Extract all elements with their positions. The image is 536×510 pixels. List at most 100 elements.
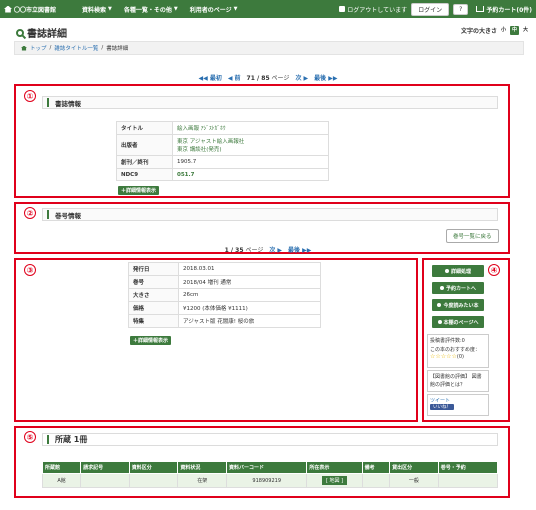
font-size-medium[interactable]: 中 <box>510 26 519 35</box>
breadcrumb-top[interactable]: トップ <box>30 44 47 52</box>
issue-pager-next[interactable]: 次 ▶ <box>269 245 282 254</box>
table-row: 価格 ¥1200 (本体価格 ¥1111) <box>128 301 321 315</box>
column-header: 資料状況 <box>177 461 228 474</box>
pager-current: 71 / 85 <box>246 75 270 82</box>
table-row: 巻号 2018/04 増刊 通常 <box>128 275 321 289</box>
bookshelf-button[interactable]: 本棚のページへ <box>432 316 484 328</box>
table-cell: [ 地図 ] <box>306 473 363 488</box>
home-icon <box>4 5 12 13</box>
issue-pager-last[interactable]: 最後 ▶▶ <box>288 245 311 254</box>
column-header: 資料バーコード <box>226 461 308 474</box>
show-details-button[interactable]: ＋詳細情報表示 <box>118 186 160 195</box>
nav-lists[interactable]: 各種一覧・その他 ▼ <box>118 5 184 14</box>
page-title: 書誌詳細 <box>16 25 67 40</box>
publisher-value: 東京 アジャスト絵入画報社 東京 講談社(発売) <box>172 134 329 156</box>
field-value: 1905.7 <box>172 155 329 169</box>
pager-prev-label: 前 <box>234 75 241 82</box>
font-size-label: 文字の大きさ <box>460 28 497 35</box>
pager-next[interactable]: 次 ▶ <box>295 73 308 82</box>
table-cell: 在架 <box>177 473 228 488</box>
field-value: 2018.03.01 <box>178 262 321 276</box>
column-header: 所蔵館 <box>41 461 82 474</box>
add-to-cart-button[interactable]: 予約カートへ <box>432 282 484 294</box>
pager-next-label: 次 <box>295 75 302 82</box>
column-header: 所在表示 <box>306 461 363 474</box>
issue-pager-unit: ページ <box>245 247 264 254</box>
field-key: 特集 <box>128 314 179 328</box>
table-cell: 一般 <box>389 473 439 488</box>
font-size-large[interactable]: 大 <box>521 26 530 35</box>
review-box: 投稿書評件数:0 この本のおすすめ度： ☆☆☆☆☆(0) <box>427 334 489 368</box>
breadcrumb-magazine-list[interactable]: 雑誌タイトル一覧 <box>54 44 98 52</box>
show-issue-details-button[interactable]: ＋詳細情報表示 <box>130 336 172 345</box>
page-title-text: 書誌詳細 <box>27 29 67 40</box>
table-row: タイトル 絵入画報 ｱｼﾞｽﾄｶﾞﾎｳ <box>116 121 329 135</box>
table-cell: 918909219 <box>226 473 308 488</box>
publisher-line-2[interactable]: 東京 講談社(発売) <box>177 145 324 153</box>
title-link[interactable]: 絵入画報 ｱｼﾞｽﾄｶﾞﾎｳ <box>172 121 329 135</box>
marker-2: ② <box>24 207 36 219</box>
star-rating-icon: ☆☆☆☆☆ <box>430 353 457 360</box>
record-pager: ◀◀ 最初 ◀ 前 71 / 85 ページ 次 ▶ 最後 ▶▶ <box>0 73 536 82</box>
field-value: ¥1200 (本体価格 ¥1111) <box>178 301 321 315</box>
table-row: 発行日 2018.03.01 <box>128 262 321 276</box>
pager-prev[interactable]: ◀ 前 <box>228 73 241 82</box>
field-key: 大きさ <box>128 288 179 302</box>
search-icon <box>16 28 24 37</box>
like-button[interactable]: いいね！ <box>430 404 454 410</box>
map-button[interactable]: [ 地図 ] <box>321 476 348 485</box>
social-box: ツイート いいね！ <box>427 394 489 416</box>
publisher-line-1[interactable]: 東京 アジャスト絵入画報社 <box>177 137 324 145</box>
plus-icon <box>437 320 442 324</box>
table-row: 創刊／終刊 1905.7 <box>116 155 329 169</box>
pager-first[interactable]: ◀◀ 最初 <box>198 73 221 82</box>
pager-last[interactable]: 最後 ▶▶ <box>314 73 337 82</box>
heading-accent-bar <box>47 210 49 219</box>
font-size-small[interactable]: 小 <box>499 26 508 35</box>
section-heading-text: 巻号情報 <box>55 211 81 220</box>
login-status: ログアウトしています <box>339 5 407 14</box>
marker-4: ④ <box>488 264 500 276</box>
nav-lists-label: 各種一覧・その他 <box>123 6 172 14</box>
add-to-cart-label: 予約カートへ <box>445 285 476 292</box>
issue-pager: 1 / 35 ページ 次 ▶ 最後 ▶▶ <box>0 245 536 254</box>
section-heading-text: 書誌情報 <box>55 99 81 108</box>
field-key: 出版者 <box>116 134 173 156</box>
table-cell <box>361 473 391 488</box>
home-icon <box>21 45 27 51</box>
lock-icon <box>339 6 346 12</box>
issue-detail-table: 発行日 2018.03.01 巻号 2018/04 増刊 通常 大きさ 26cm 価格… <box>128 262 321 328</box>
review-count: 投稿書評件数:0 <box>430 338 465 344</box>
library-review-link[interactable]: 【図書館の評価】 図書館の評価とは？ <box>430 373 486 389</box>
breadcrumb: トップ / 雑誌タイトル一覧 / 書誌詳細 <box>14 41 524 55</box>
cart-label: 予約カート(0件) <box>486 6 532 14</box>
help-button[interactable]: ? <box>453 3 469 15</box>
recommend-label: この本のおすすめ度： <box>430 347 481 353</box>
table-row: A館 在架 918909219 [ 地図 ] 一般 <box>41 473 499 488</box>
column-header: 備考 <box>361 461 391 474</box>
ndc-link[interactable]: 051.7 <box>172 168 329 181</box>
pager-unit: ページ <box>271 75 290 82</box>
table-row: 出版者 東京 アジャスト絵入画報社 東京 講談社(発売) <box>116 134 329 156</box>
issue-pager-last-label: 最後 <box>288 247 301 254</box>
print-icon <box>444 269 449 273</box>
back-to-issue-list-button[interactable]: 巻号一覧に戻る <box>446 229 499 243</box>
field-key: 価格 <box>128 301 179 315</box>
section-heading-holdings: 所蔵 1冊 <box>42 433 498 446</box>
tweet-link[interactable]: ツイート <box>430 397 486 404</box>
nav-search[interactable]: 資料検索 ▼ <box>76 5 118 14</box>
reservation-cart-link[interactable]: 予約カート(0件) <box>472 5 532 14</box>
heading-accent-bar <box>47 98 49 107</box>
login-button[interactable]: ログイン <box>411 2 450 16</box>
section-heading-text: 所蔵 <box>55 435 71 444</box>
detail-process-label: 詳細処理 <box>450 268 471 275</box>
holding-count: 1冊 <box>73 435 88 444</box>
read-later-button[interactable]: 今度読みたい本 <box>432 299 484 311</box>
detail-process-button[interactable]: 詳細処理 <box>432 265 484 277</box>
heading-accent-bar <box>47 435 49 444</box>
site-logo[interactable]: 〇〇市立図書館 <box>0 5 76 14</box>
field-key: 巻号 <box>128 275 179 289</box>
chevron-down-icon: ▼ <box>108 6 112 12</box>
field-value: アジャスト版 花闇康! 桜の旅 <box>178 314 321 328</box>
nav-user-page[interactable]: 利用者のページ ▼ <box>184 5 244 14</box>
